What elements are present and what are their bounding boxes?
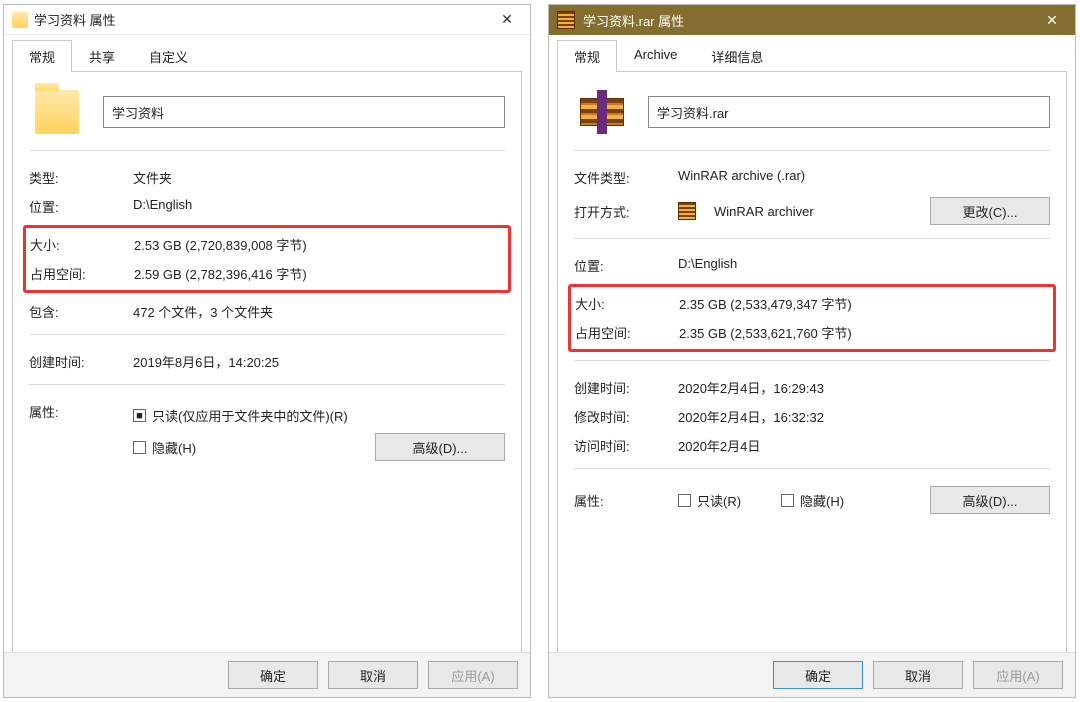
- hidden-checkbox[interactable]: [133, 441, 146, 454]
- titlebar[interactable]: 学习资料 属性 ✕: [4, 5, 530, 35]
- tab-general[interactable]: 常规: [12, 40, 72, 72]
- rar-properties-dialog: 学习资料.rar 属性 ✕ 常规 Archive 详细信息 学习资料.rar 文…: [548, 4, 1076, 698]
- close-icon[interactable]: ✕: [1029, 5, 1075, 35]
- contains-label: 包含:: [29, 302, 133, 321]
- name-text: 学习资料: [112, 103, 164, 122]
- filetype-value: WinRAR archive (.rar): [678, 168, 1050, 187]
- size-highlight: 大小:2.35 GB (2,533,479,347 字节) 占用空间:2.35 …: [568, 284, 1056, 352]
- apply-button[interactable]: 应用(A): [428, 661, 518, 689]
- contains-value: 472 个文件，3 个文件夹: [133, 302, 505, 321]
- readonly-label: 只读(R): [697, 491, 741, 510]
- tab-customize[interactable]: 自定义: [132, 40, 205, 72]
- dialog-footer: 确定 取消 应用(A): [4, 652, 530, 697]
- advanced-button[interactable]: 高级(D)...: [375, 433, 505, 461]
- name-input[interactable]: 学习资料.rar: [648, 96, 1050, 128]
- name-text: 学习资料.rar: [657, 103, 729, 122]
- tab-general[interactable]: 常规: [557, 40, 617, 72]
- accessed-value: 2020年2月4日: [678, 436, 1050, 455]
- modified-label: 修改时间:: [574, 407, 678, 426]
- size-label: 大小:: [30, 235, 134, 254]
- hidden-label: 隐藏(H): [800, 491, 844, 510]
- tab-archive[interactable]: Archive: [617, 40, 694, 72]
- dialog-footer: 确定 取消 应用(A): [549, 652, 1075, 697]
- rar-large-icon: [580, 90, 624, 134]
- disk-label: 占用空间:: [575, 323, 679, 342]
- attributes-label: 属性:: [574, 491, 678, 510]
- hidden-checkbox[interactable]: [781, 494, 794, 507]
- tab-strip: 常规 Archive 详细信息: [557, 39, 1067, 71]
- folder-large-icon: [35, 90, 79, 134]
- ok-button[interactable]: 确定: [773, 661, 863, 689]
- advanced-button[interactable]: 高级(D)...: [930, 486, 1050, 514]
- window-title: 学习资料 属性: [34, 10, 116, 29]
- close-icon[interactable]: ✕: [484, 5, 530, 35]
- ok-button[interactable]: 确定: [228, 661, 318, 689]
- tab-page-general: 学习资料 类型:文件夹 位置:D:\English 大小:2.53 GB (2,…: [12, 71, 522, 671]
- size-highlight: 大小:2.53 GB (2,720,839,008 字节) 占用空间:2.59 …: [23, 225, 511, 293]
- winrar-app-icon: [678, 202, 696, 220]
- filetype-label: 文件类型:: [574, 168, 678, 187]
- location-value: D:\English: [133, 197, 505, 216]
- location-label: 位置:: [29, 197, 133, 216]
- rar-icon: [557, 11, 575, 29]
- created-value: 2019年8月6日，14:20:25: [133, 352, 505, 371]
- folder-properties-dialog: 学习资料 属性 ✕ 常规 共享 自定义 学习资料 类型:文件夹 位置:D:\En…: [3, 4, 531, 698]
- disk-value: 2.35 GB (2,533,621,760 字节): [679, 323, 1049, 342]
- size-label: 大小:: [575, 294, 679, 313]
- tab-page-general: 学习资料.rar 文件类型:WinRAR archive (.rar) 打开方式…: [557, 71, 1067, 671]
- location-label: 位置:: [574, 256, 678, 275]
- disk-value: 2.59 GB (2,782,396,416 字节): [134, 264, 504, 283]
- tab-details[interactable]: 详细信息: [694, 40, 780, 72]
- created-value: 2020年2月4日，16:29:43: [678, 378, 1050, 397]
- location-value: D:\English: [678, 256, 1050, 275]
- readonly-checkbox[interactable]: ■: [133, 409, 146, 422]
- openwith-label: 打开方式:: [574, 202, 678, 221]
- size-value: 2.53 GB (2,720,839,008 字节): [134, 235, 504, 254]
- type-label: 类型:: [29, 168, 133, 187]
- tab-strip: 常规 共享 自定义: [12, 39, 522, 71]
- hidden-label: 隐藏(H): [152, 438, 196, 457]
- type-value: 文件夹: [133, 168, 505, 187]
- size-value: 2.35 GB (2,533,479,347 字节): [679, 294, 1049, 313]
- created-label: 创建时间:: [574, 378, 678, 397]
- readonly-checkbox[interactable]: [678, 494, 691, 507]
- titlebar[interactable]: 学习资料.rar 属性 ✕: [549, 5, 1075, 35]
- apply-button[interactable]: 应用(A): [973, 661, 1063, 689]
- cancel-button[interactable]: 取消: [328, 661, 418, 689]
- name-input[interactable]: 学习资料: [103, 96, 505, 128]
- created-label: 创建时间:: [29, 352, 133, 371]
- tab-sharing[interactable]: 共享: [72, 40, 132, 72]
- modified-value: 2020年2月4日，16:32:32: [678, 407, 1050, 426]
- readonly-label: 只读(仅应用于文件夹中的文件)(R): [152, 406, 348, 425]
- attributes-label: 属性:: [29, 402, 133, 465]
- folder-icon: [12, 12, 28, 28]
- cancel-button[interactable]: 取消: [873, 661, 963, 689]
- disk-label: 占用空间:: [30, 264, 134, 283]
- window-title: 学习资料.rar 属性: [583, 11, 684, 30]
- change-button[interactable]: 更改(C)...: [930, 197, 1050, 225]
- accessed-label: 访问时间:: [574, 436, 678, 455]
- openwith-value: WinRAR archiver: [714, 204, 814, 219]
